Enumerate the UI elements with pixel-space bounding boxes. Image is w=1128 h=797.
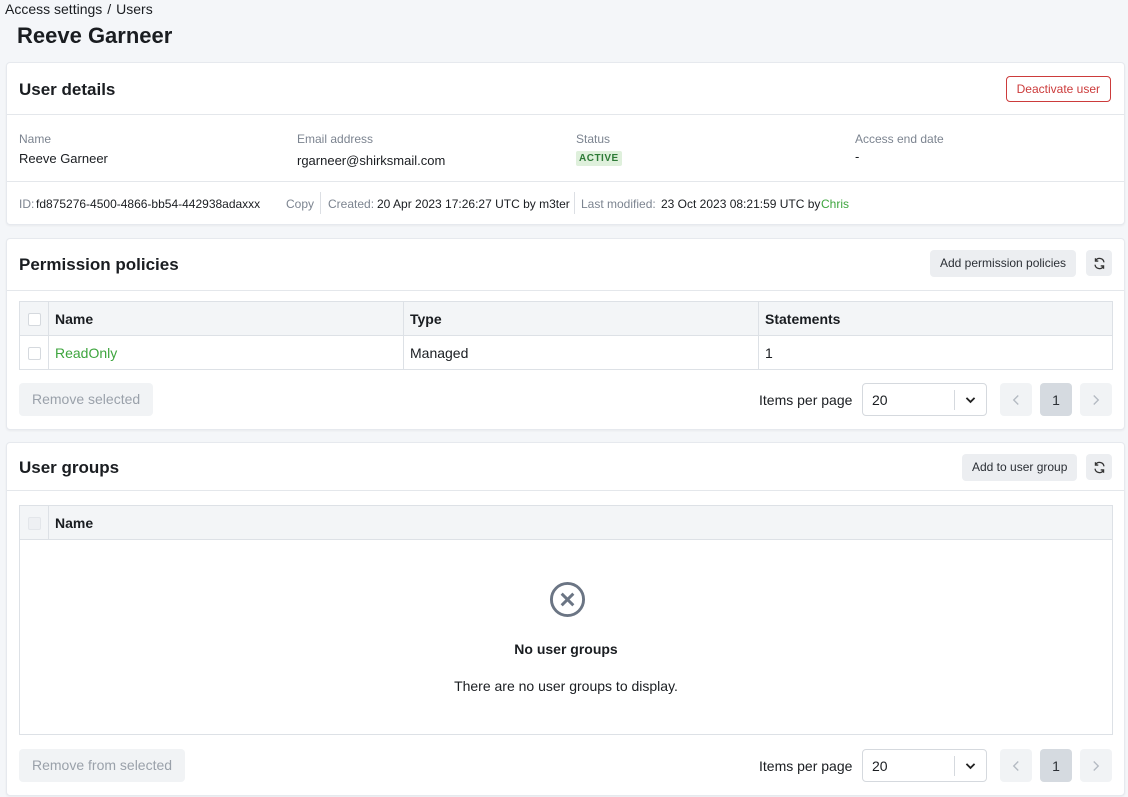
email-label: Email address	[297, 132, 374, 146]
access-end-label: Access end date	[855, 132, 944, 146]
status-label: Status	[576, 132, 611, 146]
user-groups-card: User groups Add to user group Name No us…	[6, 442, 1125, 796]
empty-state-message: There are no user groups to display.	[454, 678, 678, 694]
chevron-left-icon	[1012, 394, 1019, 405]
modified-label: Last modified:	[581, 197, 656, 211]
created-value: 20 Apr 2023 17:26:27 UTC by m3ter	[377, 197, 570, 211]
select-divider	[954, 390, 955, 410]
copy-id-button[interactable]: Copy	[286, 197, 314, 211]
status-badge: ACTIVE	[576, 151, 622, 166]
select-all-checkbox[interactable]	[27, 517, 41, 531]
modified-by-link[interactable]: Chris	[821, 197, 849, 211]
x-circle-icon	[549, 581, 586, 618]
chevron-right-icon	[1093, 394, 1100, 405]
created-label: Created:	[328, 197, 375, 211]
items-per-page-select[interactable]: 20	[862, 383, 987, 416]
access-end-value: -	[855, 149, 860, 164]
table-header-row: Name Type Statements	[19, 301, 1113, 336]
name-value: Reeve Garneer	[19, 151, 108, 166]
permission-policies-table: Name Type Statements ReadOnly Managed 1	[19, 301, 1113, 370]
previous-page-button[interactable]	[1000, 383, 1032, 416]
chevron-down-icon	[965, 763, 976, 770]
column-header-statements[interactable]: Statements	[758, 301, 1113, 336]
add-to-user-group-button[interactable]: Add to user group	[962, 454, 1078, 481]
email-value: rgarneer@shirksmail.com	[297, 153, 446, 168]
chevron-down-icon	[965, 397, 976, 404]
refresh-groups-button[interactable]	[1086, 454, 1112, 480]
user-groups-header: User groups Add to user group	[7, 443, 1124, 491]
breadcrumb-current[interactable]: Users	[116, 1, 153, 17]
table-row: ReadOnly Managed 1	[19, 335, 1113, 370]
chevron-left-icon	[1012, 760, 1019, 771]
breadcrumb: Access settings / Users	[5, 1, 153, 17]
permission-policies-title: Permission policies	[19, 255, 179, 274]
row-checkbox[interactable]	[27, 347, 41, 361]
select-all-cell	[19, 301, 49, 336]
select-all-checkbox[interactable]	[27, 313, 41, 327]
remove-selected-button[interactable]: Remove selected	[19, 383, 154, 416]
table-header-row: Name	[19, 505, 1113, 540]
column-header-type[interactable]: Type	[403, 301, 759, 336]
breadcrumb-parent-link[interactable]: Access settings	[5, 1, 102, 17]
select-all-cell	[19, 505, 49, 540]
empty-state: No user groups There are no user groups …	[19, 539, 1113, 735]
next-page-button[interactable]	[1080, 749, 1112, 782]
policy-statements: 1	[758, 335, 1113, 370]
deactivate-user-button[interactable]: Deactivate user	[1005, 76, 1111, 102]
policy-type: Managed	[403, 335, 759, 370]
remove-from-selected-button[interactable]: Remove from selected	[19, 749, 186, 782]
modified-value: 23 Oct 2023 08:21:59 UTC by	[661, 197, 821, 211]
user-groups-table: Name	[19, 505, 1113, 540]
current-page-button[interactable]: 1	[1040, 749, 1072, 782]
empty-state-title: No user groups	[514, 641, 618, 657]
refresh-icon	[1093, 461, 1105, 473]
user-details-title: User details	[19, 80, 116, 99]
chevron-right-icon	[1093, 760, 1100, 771]
id-value: fd875276-4500-4866-bb54-442938adaxxx	[36, 197, 261, 211]
breadcrumb-separator: /	[107, 1, 112, 17]
next-page-button[interactable]	[1080, 383, 1112, 416]
page-title: Reeve Garneer	[17, 23, 173, 48]
add-permission-policies-button[interactable]: Add permission policies	[930, 250, 1077, 277]
policy-name-link[interactable]: ReadOnly	[48, 335, 404, 370]
refresh-icon	[1093, 257, 1105, 269]
user-meta-row: ID: fd875276-4500-4866-bb54-442938adaxxx…	[7, 181, 1124, 225]
user-details-card: User details Deactivate user Name Reeve …	[6, 62, 1125, 225]
items-per-page-label: Items per page	[759, 758, 853, 774]
refresh-policies-button[interactable]	[1086, 250, 1112, 276]
items-per-page-select[interactable]: 20	[862, 749, 987, 782]
column-header-name[interactable]: Name	[48, 301, 404, 336]
meta-divider	[320, 192, 321, 214]
items-per-page-value: 20	[872, 392, 888, 408]
permission-policies-header: Permission policies Add permission polic…	[7, 239, 1124, 291]
id-label: ID:	[19, 197, 35, 211]
meta-divider	[574, 192, 575, 214]
permission-policies-card: Permission policies Add permission polic…	[6, 238, 1125, 430]
items-per-page-label: Items per page	[759, 392, 853, 408]
current-page-button[interactable]: 1	[1040, 383, 1072, 416]
previous-page-button[interactable]	[1000, 749, 1032, 782]
user-groups-title: User groups	[19, 458, 120, 477]
items-per-page-value: 20	[872, 758, 888, 774]
select-divider	[954, 756, 955, 776]
row-select-cell	[19, 335, 49, 370]
name-label: Name	[19, 132, 52, 146]
column-header-name[interactable]: Name	[48, 505, 1113, 540]
user-details-header: User details Deactivate user	[7, 63, 1124, 115]
